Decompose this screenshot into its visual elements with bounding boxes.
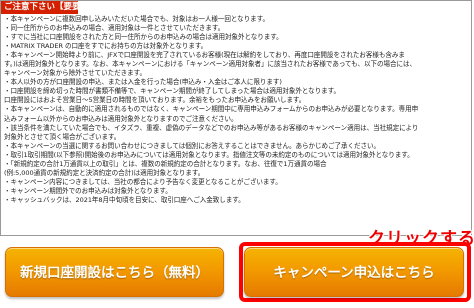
notice-text: ・本キャンペーンに複数回申し込みいただいた場合でも、対象はお一人様一回となります… [4,15,468,205]
open-account-button[interactable]: 新規口座開設はこちら（無料） [5,247,224,297]
notice-line: ・すでに当社に口座開設をされた方と同一住所からのお申込みの場合は適用対象外となり… [4,33,283,42]
notice-line: ・MATRIX TRADER の口座をすでにお持ちの方は対象外となります。 [4,42,208,51]
notice-line: ・取引1取引期間(以下参照)開始後のお申込みについては適用対象となります。指値注… [4,150,414,159]
notice-line: 口座開設にはおよそ営業日～5営業日の時間を頂いております。余裕をもったお申込みを… [4,96,306,105]
notice-line: ・キャンペーン内容につきましては、当社の都合により予告なく変更となることがござい… [4,177,282,186]
notice-line: ・「新規約定の合計1万通貨以上の取引」とは、複数の新規約定の合計となります。なお… [4,159,327,168]
notice-line: (例:5,000通貨の新規約定と決済約定の合計)は適用対象となります。 [4,168,205,177]
campaign-notice-box: ご注意下さい【要要】 ・本キャンペーンに複数回申し込みいただいた場合でも、対象は… [0,0,472,236]
notice-line: ・本キャンペーンに複数回申し込みいただいた場合でも、対象はお一人様一回となります… [4,15,270,23]
notice-line: ・キャンペーン期間外でのお申込みは対象外となります。 [4,186,172,195]
notice-line: 対象外とさせて頂く場合がございます。 [4,132,121,141]
notice-header: ご注意下さい【要要】 [1,1,89,14]
notice-line: す。)は適用対象外となります。なお、本キャンペーンにおける「キャンペーン適用対象… [4,60,416,69]
notice-line: ・本キャンペーンは、自動的に適用されるものではなく、キャンペーン期間中に専用申込… [4,105,419,114]
apply-campaign-button[interactable]: キャンペーン申込はこちら [244,247,464,297]
notice-line: ・本キャンペーンの当選に関するお問い合わせにつきましては個別にお答えすることはで… [4,141,380,150]
notice-line: ・本人以外の方が口座開設の申込、または入金を行った場合(申込み・入金はご本人に限… [4,78,282,87]
notice-line: ・同一住所からのお申込みの場合、適用対象は一件とさせていただきます。 [4,24,225,33]
notice-line: 込みフォーム以外からのお申込みは適用対象外となりますのでご注意ください。 [4,114,238,123]
notice-line: ・該当条件を満たしていた場合でも、イタズラ、重複、虚偽のデータなどでのお申込み等… [4,123,419,132]
notice-line: ・キャッシュバックは、2021年8月中旬頃を目安に、取引口座へご入金致します。 [4,195,245,204]
notice-line: ・本キャンペーン開始時より前に、JFXで口座開設を完了されているお客様(現在は解… [4,51,405,60]
notice-line: キャンペーン対象から除外させていただきます。 [4,69,146,78]
notice-line: ・口座開設を締め切った時間が書類不備等で、キャンペーン期間が終了してしまった場合… [4,87,340,96]
